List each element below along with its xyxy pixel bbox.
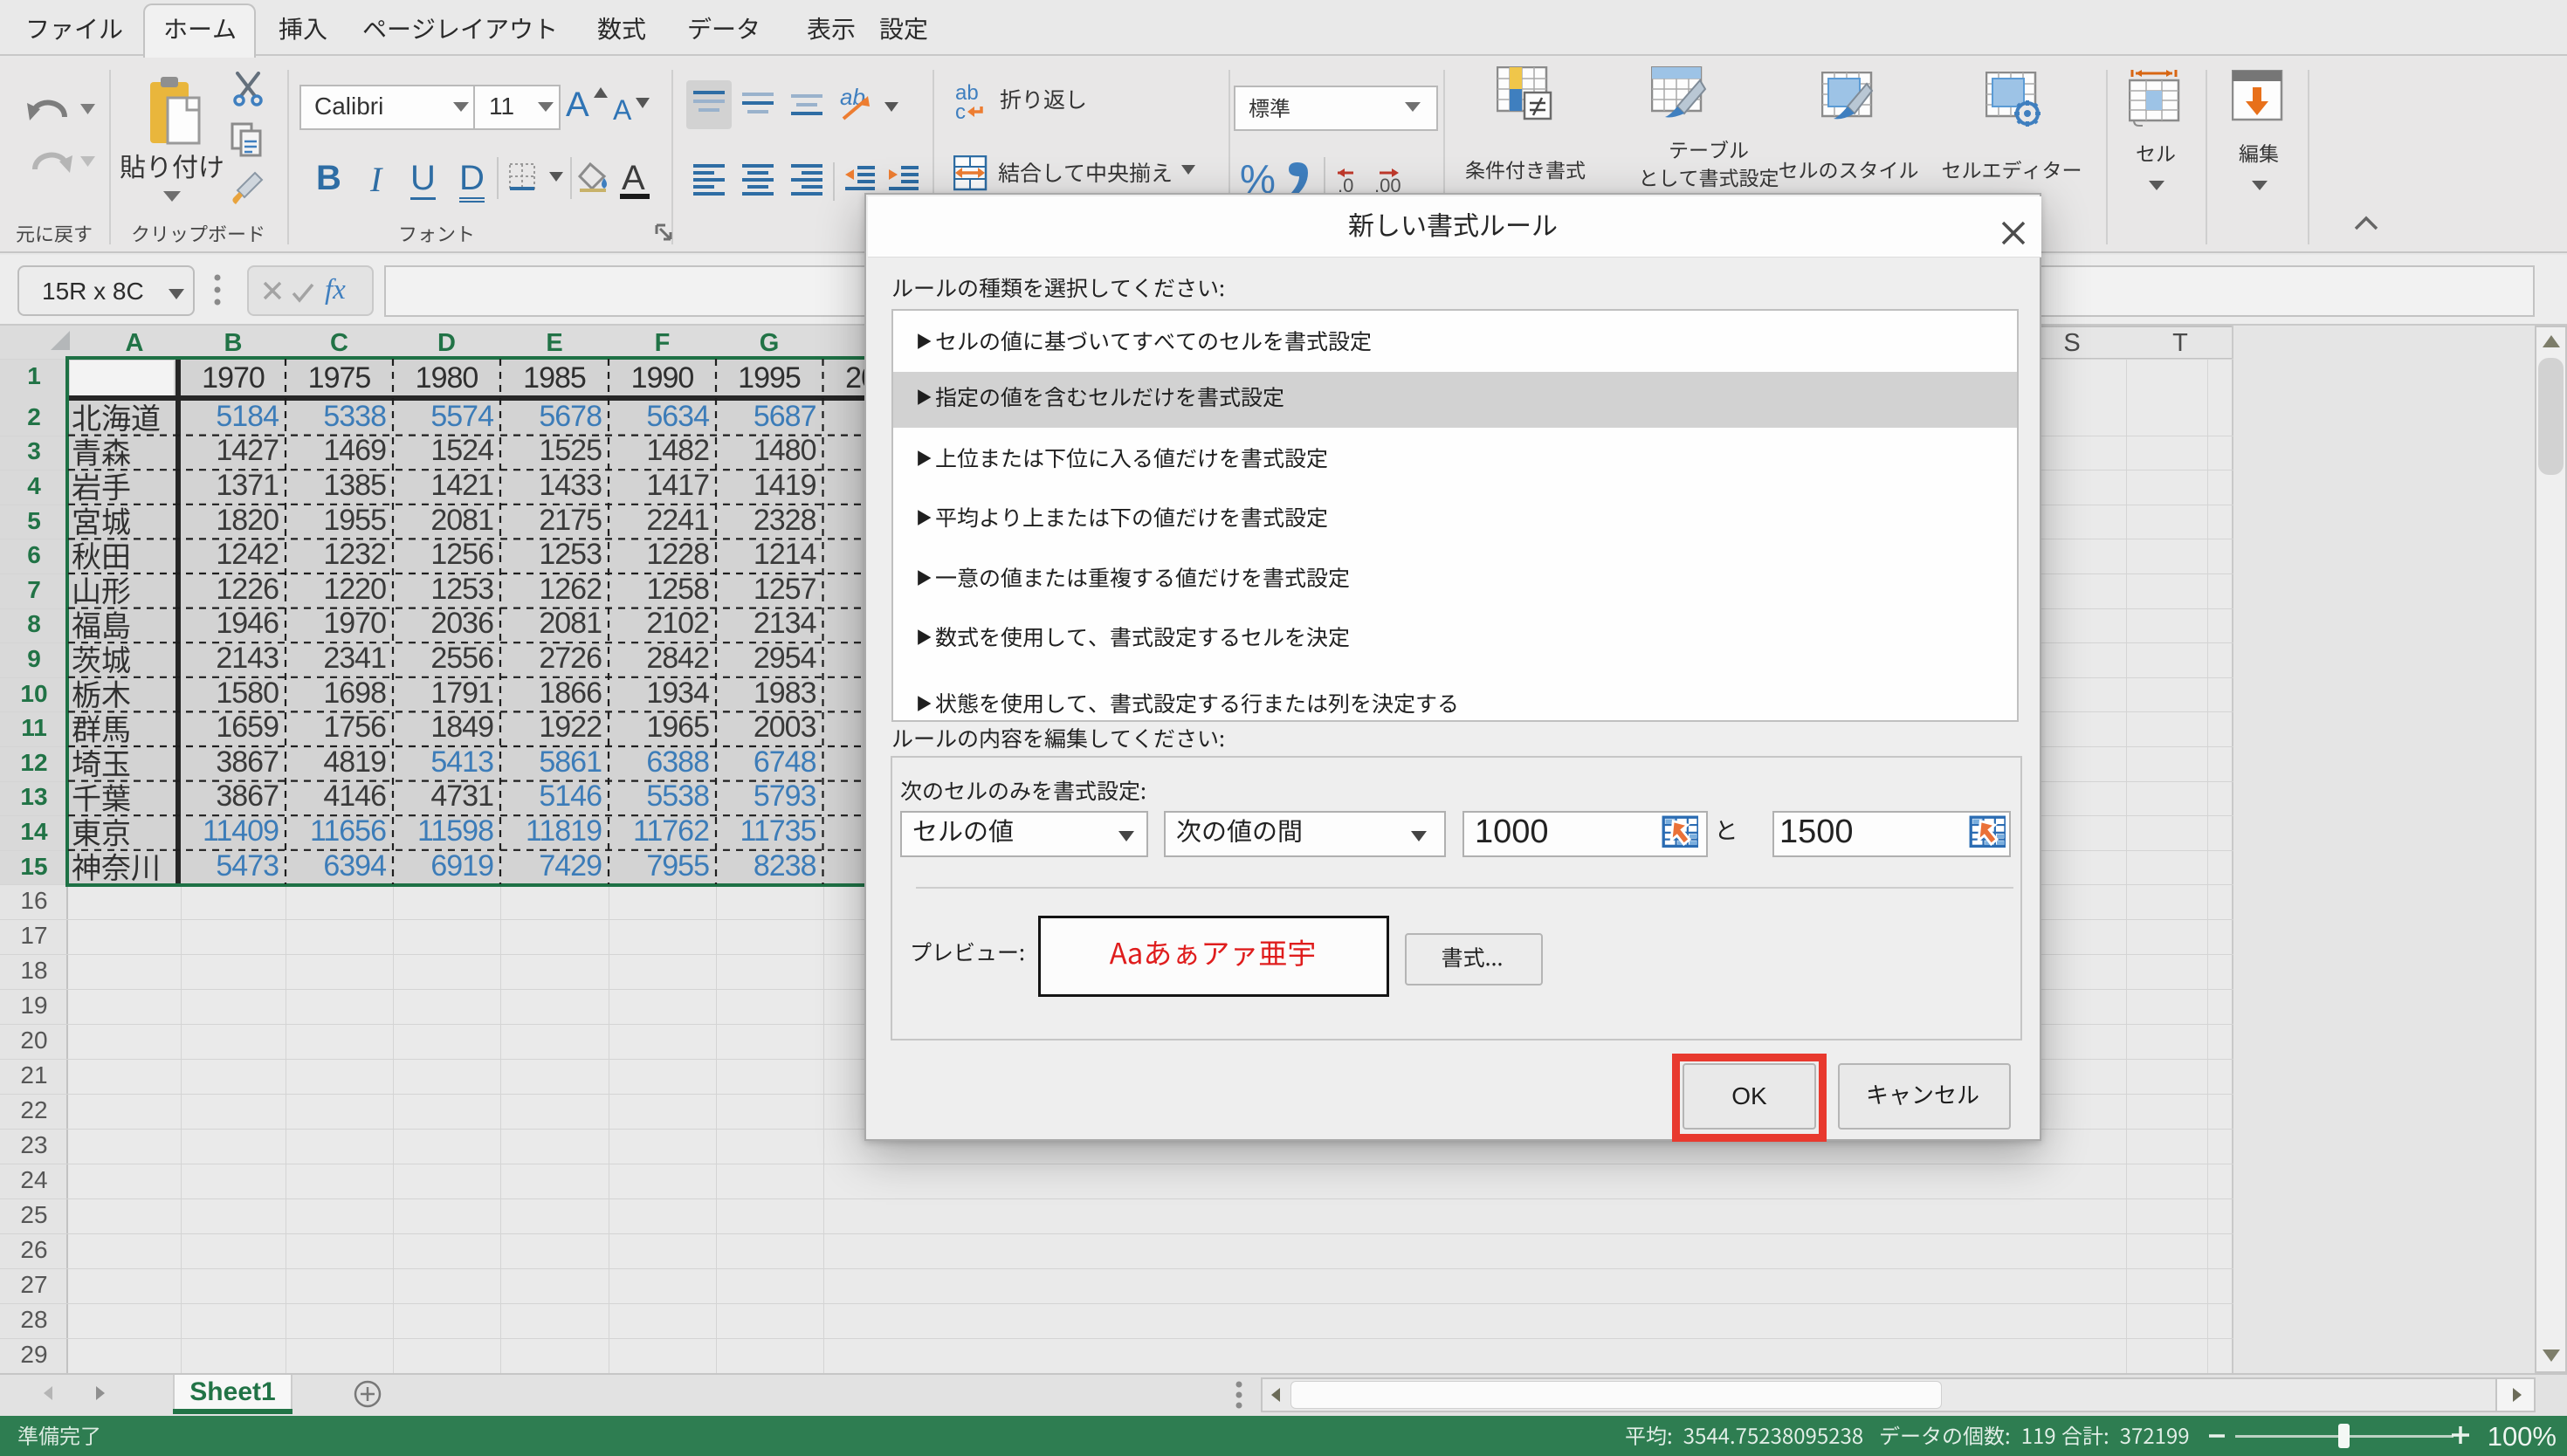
svg-text:ab: ab <box>840 86 865 110</box>
svg-text:c: c <box>955 100 966 120</box>
